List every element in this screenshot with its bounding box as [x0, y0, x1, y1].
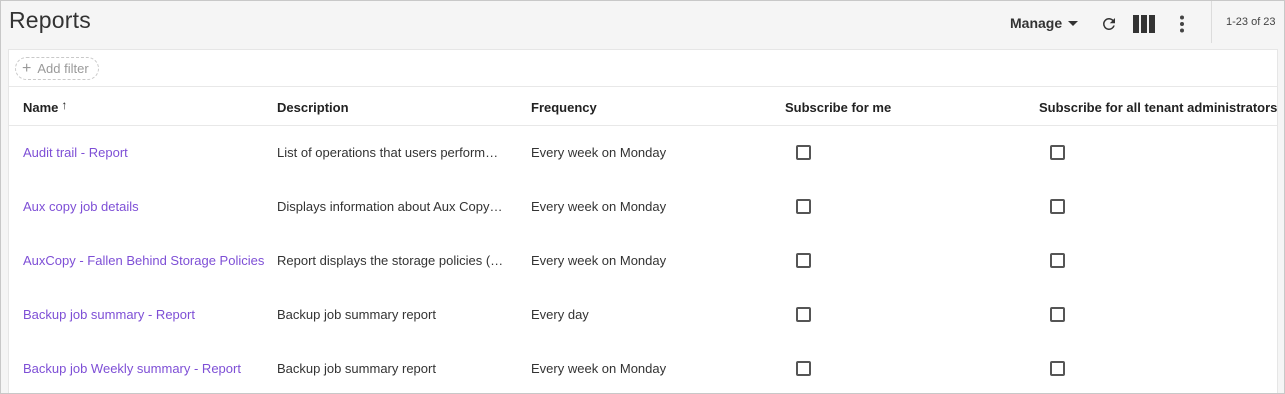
table-row: Audit trail - Report List of operations t…: [9, 126, 1277, 180]
reports-table-panel: + Add filter Name ↑ Description Frequency…: [8, 49, 1278, 393]
subscribe-me-checkbox[interactable]: [796, 307, 811, 322]
report-description: Displays information about Aux Copy…: [277, 199, 503, 214]
report-name-link[interactable]: Backup job Weekly summary - Report: [23, 361, 241, 376]
report-frequency: Every day: [531, 307, 589, 322]
column-header-subscribe-me[interactable]: Subscribe for me: [785, 100, 891, 115]
report-description: List of operations that users perform…: [277, 145, 499, 160]
subscribe-all-checkbox[interactable]: [1050, 361, 1065, 376]
page-title: Reports: [9, 7, 91, 33]
plus-icon: +: [22, 59, 32, 77]
caret-down-icon: [1068, 20, 1079, 26]
table-row: AuxCopy - Fallen Behind Storage Policies…: [9, 234, 1277, 288]
manage-dropdown[interactable]: Manage: [1010, 15, 1079, 31]
table-header: Name ↑ Description Frequency Subscribe fo…: [9, 87, 1277, 126]
subscribe-all-checkbox[interactable]: [1050, 199, 1065, 214]
reports-window: Reports Manage 1-23 of 23 + Add filter N…: [0, 0, 1285, 394]
manage-label: Manage: [1010, 15, 1063, 31]
subscribe-me-checkbox[interactable]: [796, 145, 811, 160]
sort-ascending-icon: ↑: [61, 98, 68, 112]
column-header-description[interactable]: Description: [277, 100, 349, 115]
report-name-link[interactable]: Audit trail - Report: [23, 145, 128, 160]
refresh-button[interactable]: [1098, 13, 1120, 35]
refresh-icon: [1103, 17, 1115, 30]
filter-bar: + Add filter: [9, 50, 1277, 87]
add-filter-button[interactable]: + Add filter: [15, 57, 99, 80]
columns-button[interactable]: [1133, 13, 1155, 35]
header-divider: [1211, 1, 1212, 43]
pagination-count: 1-23 of 23: [1226, 16, 1276, 28]
report-name-link[interactable]: Aux copy job details: [23, 199, 139, 214]
subscribe-me-checkbox[interactable]: [796, 253, 811, 268]
more-vertical-icon: [1180, 15, 1184, 33]
subscribe-all-checkbox[interactable]: [1050, 307, 1065, 322]
report-frequency: Every week on Monday: [531, 145, 667, 160]
column-header-frequency[interactable]: Frequency: [531, 100, 597, 115]
report-description: Backup job summary report: [277, 307, 436, 322]
column-header-name-label: Name: [23, 100, 59, 115]
subscribe-me-checkbox[interactable]: [796, 361, 811, 376]
table-row: Backup job Weekly summary - Report Backup…: [9, 342, 1277, 393]
report-frequency: Every week on Monday: [531, 199, 667, 214]
report-frequency: Every week on Monday: [531, 253, 667, 268]
table-row: Aux copy job details Displays information…: [9, 180, 1277, 234]
page-header: Reports Manage 1-23 of 23: [1, 1, 1284, 45]
columns-icon: [1133, 15, 1155, 33]
subscribe-all-checkbox[interactable]: [1050, 145, 1065, 160]
subscribe-me-checkbox[interactable]: [796, 199, 811, 214]
report-description: Backup job summary report: [277, 361, 436, 376]
column-header-subscribe-all[interactable]: Subscribe for all tenant administrators: [1039, 100, 1277, 115]
report-frequency: Every week on Monday: [531, 361, 667, 376]
report-name-link[interactable]: Backup job summary - Report: [23, 307, 195, 322]
table-row: Backup job summary - Report Backup job su…: [9, 288, 1277, 342]
report-description: Report displays the storage policies (…: [277, 253, 504, 268]
subscribe-all-checkbox[interactable]: [1050, 253, 1065, 268]
add-filter-label: Add filter: [37, 61, 89, 76]
more-options-button[interactable]: [1171, 13, 1193, 35]
report-name-link[interactable]: AuxCopy - Fallen Behind Storage Policies: [23, 253, 264, 268]
column-header-name[interactable]: Name ↑: [23, 98, 68, 115]
